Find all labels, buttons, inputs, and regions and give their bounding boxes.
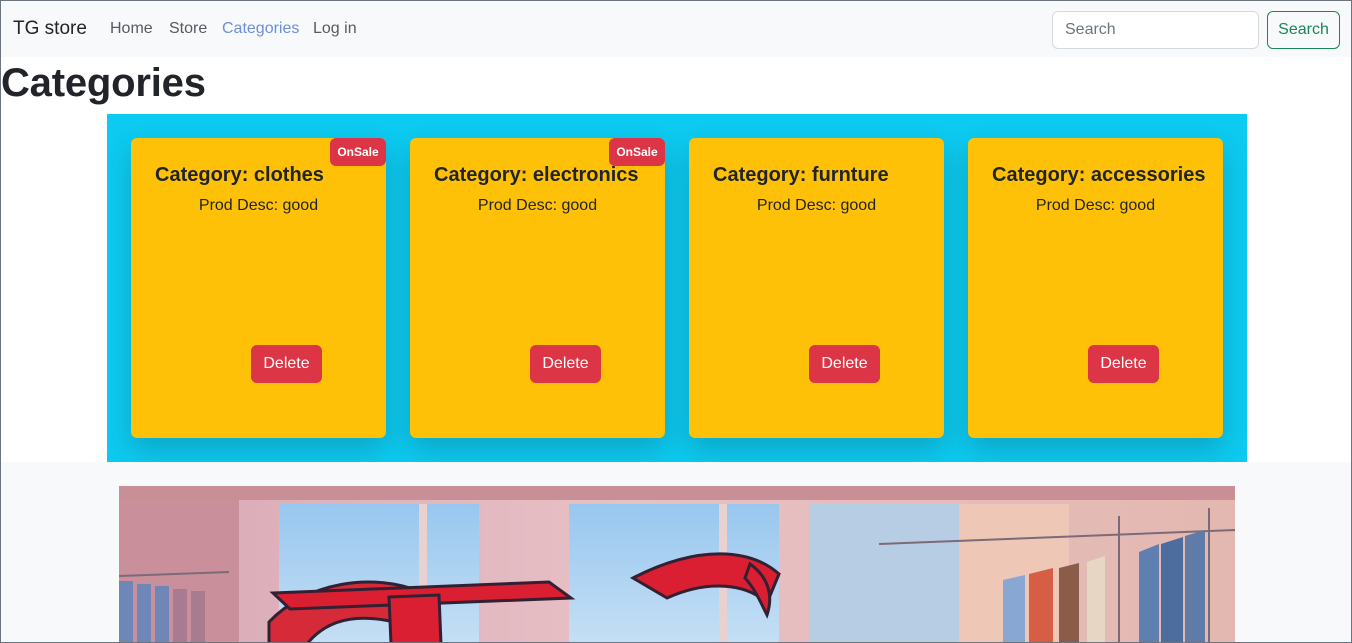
category-description: Prod Desc: good	[756, 197, 877, 214]
category-card-electronics: OnSale Category: electronics Prod Desc: …	[410, 138, 665, 438]
search-input[interactable]	[1052, 11, 1259, 49]
category-card-accessories: Category: accessories Prod Desc: good De…	[968, 138, 1223, 438]
top-navbar: TG store Home Store Categories Log in Se…	[1, 1, 1351, 57]
store-banner-image	[119, 486, 1235, 642]
category-title: Category: furnture	[713, 164, 889, 186]
on-sale-badge: OnSale	[330, 138, 386, 166]
category-title: Category: electronics	[434, 164, 639, 186]
category-description: Prod Desc: good	[1035, 197, 1156, 214]
page-title: Categories	[1, 61, 206, 105]
category-card-furniture: Category: furnture Prod Desc: good Delet…	[689, 138, 944, 438]
categories-panel: OnSale Category: clothes Prod Desc: good…	[107, 114, 1247, 462]
app-page: TG store Home Store Categories Log in Se…	[0, 0, 1352, 643]
brand-link[interactable]: TG store	[13, 18, 87, 40]
nav-login-link[interactable]: Log in	[313, 20, 357, 38]
nav-categories-link[interactable]: Categories	[222, 20, 299, 38]
search-button[interactable]: Search	[1267, 11, 1340, 49]
category-card-clothes: OnSale Category: clothes Prod Desc: good…	[131, 138, 386, 438]
delete-button[interactable]: Delete	[530, 345, 601, 383]
on-sale-badge: OnSale	[609, 138, 665, 166]
delete-button[interactable]: Delete	[251, 345, 322, 383]
nav-store-link[interactable]: Store	[169, 20, 207, 38]
delete-button[interactable]: Delete	[1088, 345, 1159, 383]
category-title: Category: accessories	[992, 164, 1206, 186]
nav-home-link[interactable]: Home	[110, 20, 153, 38]
category-description: Prod Desc: good	[477, 197, 598, 214]
category-description: Prod Desc: good	[198, 197, 319, 214]
category-title: Category: clothes	[155, 164, 324, 186]
delete-button[interactable]: Delete	[809, 345, 880, 383]
